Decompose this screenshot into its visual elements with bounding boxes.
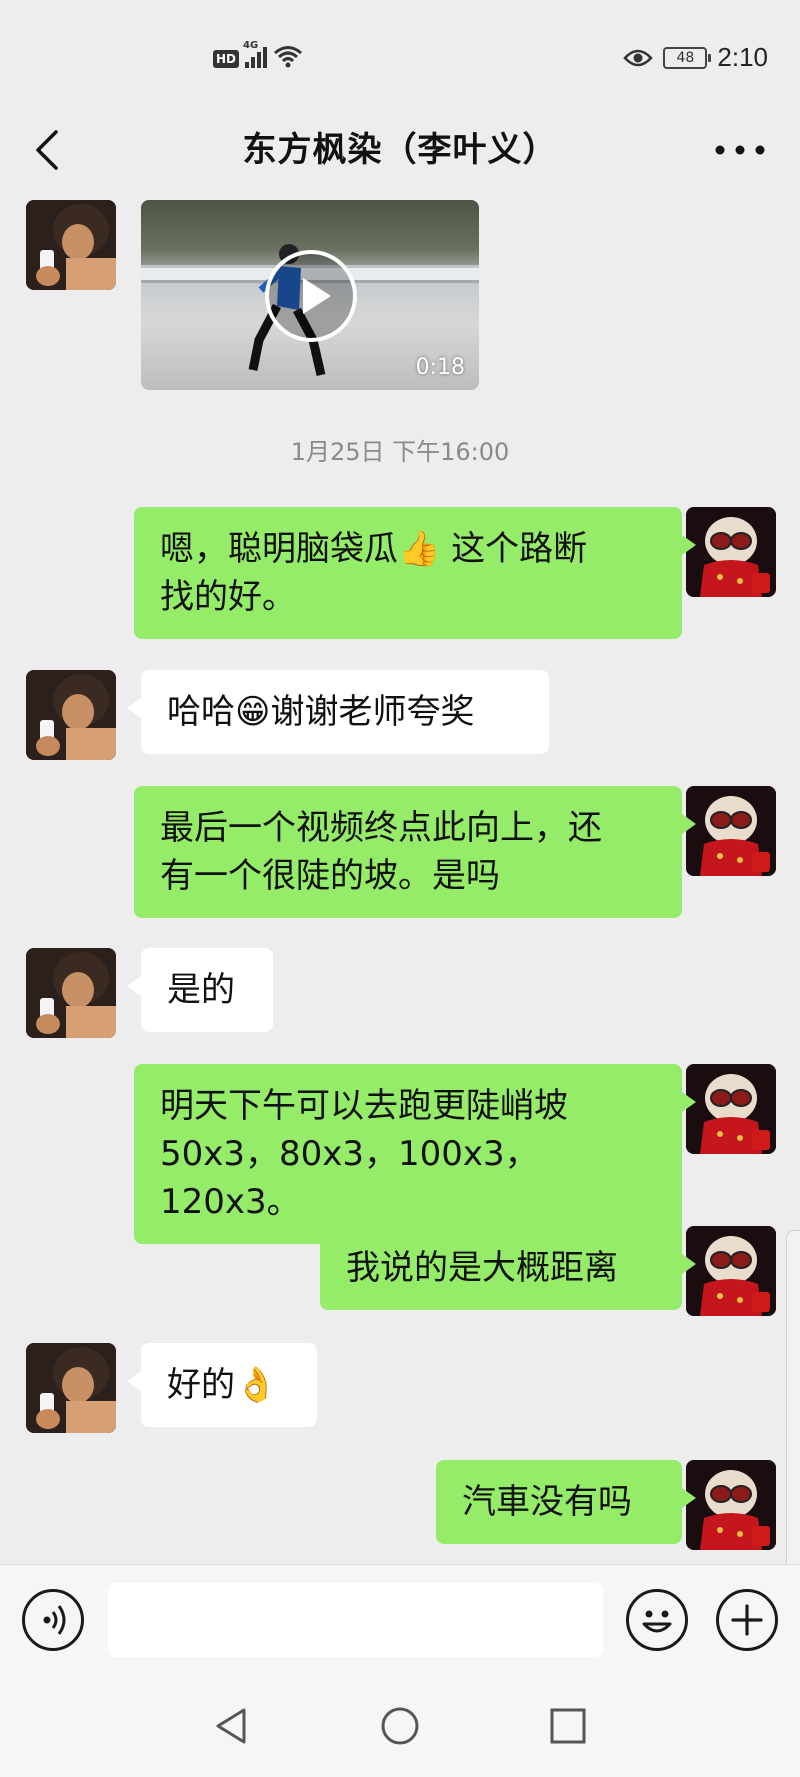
signal-icon: 4G — [243, 40, 268, 68]
message-line: 找的好。 — [160, 577, 296, 617]
message-bubble-contact[interactable]: 好的👌 — [127, 1343, 317, 1427]
input-bar — [0, 1564, 800, 1674]
status-left: HD 4G — [213, 40, 303, 68]
message-line: 哈哈😁谢谢老师夸奖 — [167, 692, 475, 732]
contact-avatar[interactable] — [26, 1343, 116, 1433]
voice-button[interactable] — [22, 1589, 84, 1651]
emoji-button[interactable] — [626, 1589, 688, 1651]
my-avatar-image — [686, 1460, 776, 1550]
message-line: 汽車没有吗 — [462, 1482, 632, 1522]
my-avatar-image — [686, 1064, 776, 1154]
scroll-indicator[interactable] — [786, 1230, 800, 1564]
contact-avatar-image — [26, 948, 116, 1038]
system-nav-bar — [0, 1674, 800, 1777]
more-button[interactable] — [710, 130, 770, 170]
chat-title: 东方枫染（李叶义） — [242, 130, 558, 170]
status-time: 2:10 — [717, 42, 768, 72]
message-line: 是的 — [167, 970, 235, 1010]
my-avatar[interactable] — [686, 1064, 776, 1154]
voice-icon — [43, 1605, 66, 1635]
status-bar: HD 4G 48 2:10 — [0, 0, 800, 110]
contact-avatar[interactable] — [26, 948, 116, 1038]
network-label: 4G — [243, 40, 259, 51]
status-right: 48 2:10 — [623, 42, 768, 73]
more-dots-icon — [715, 145, 765, 155]
message-bubble-mine[interactable]: 明天下午可以去跑更陡峭坡 50x3，80x3，100x3，120x3。 — [134, 1064, 696, 1244]
message-bubble-mine[interactable]: 我说的是大概距离 — [320, 1226, 696, 1310]
message-line: 明天下午可以去跑更陡峭坡 — [160, 1086, 568, 1126]
time-divider: 1月25日 下午16:00 — [290, 438, 510, 466]
plus-button[interactable] — [716, 1589, 778, 1651]
chat-screen: HD 4G 48 2:10 东方枫染（李叶义） 0:18 1月25日 下午16:… — [0, 0, 800, 1777]
my-avatar-image — [686, 786, 776, 876]
contact-avatar[interactable] — [26, 200, 116, 290]
circle-home-icon — [381, 1707, 419, 1745]
message-line: 嗯，聪明脑袋瓜👍 这个路断 — [160, 529, 588, 569]
my-avatar[interactable] — [686, 786, 776, 876]
wifi-icon — [274, 46, 302, 68]
message-list[interactable]: 0:18 1月25日 下午16:00 嗯，聪明脑袋瓜👍 这个路断 找的好。 哈哈… — [0, 200, 800, 1564]
message-line: 最后一个视频终点此向上，还 — [160, 808, 602, 848]
video-message[interactable]: 0:18 — [141, 200, 479, 390]
battery-indicator: 48 — [663, 46, 712, 69]
my-avatar-image — [686, 1226, 776, 1316]
message-bubble-mine[interactable]: 汽車没有吗 — [436, 1460, 696, 1544]
hd-badge: HD — [213, 50, 240, 68]
emoji-icon — [642, 1610, 672, 1633]
message-input[interactable] — [108, 1583, 603, 1657]
message-bubble-mine[interactable]: 最后一个视频终点此向上，还 有一个很陡的坡。是吗 — [134, 786, 696, 918]
contact-avatar-image — [26, 200, 116, 290]
play-icon[interactable] — [265, 250, 357, 342]
message-bubble-contact[interactable]: 哈哈😁谢谢老师夸奖 — [127, 670, 549, 754]
eye-icon — [623, 49, 654, 66]
system-back-button[interactable] — [208, 1702, 256, 1750]
message-line: 有一个很陡的坡。是吗 — [160, 856, 500, 896]
my-avatar[interactable] — [686, 1460, 776, 1550]
my-avatar[interactable] — [686, 507, 776, 597]
message-line: 好的👌 — [167, 1365, 278, 1405]
chat-header: 东方枫染（李叶义） — [0, 100, 800, 200]
video-duration: 0:18 — [415, 355, 465, 380]
my-avatar[interactable] — [686, 1226, 776, 1316]
message-line: 我说的是大概距离 — [346, 1248, 618, 1288]
contact-avatar[interactable] — [26, 670, 116, 760]
my-avatar-image — [686, 507, 776, 597]
triangle-back-icon — [216, 1708, 246, 1744]
square-recents-icon — [550, 1708, 586, 1744]
contact-avatar-image — [26, 1343, 116, 1433]
system-recents-button[interactable] — [544, 1702, 592, 1750]
plus-icon — [731, 1604, 763, 1636]
contact-avatar-image — [26, 670, 116, 760]
message-bubble-contact[interactable]: 是的 — [127, 948, 273, 1032]
message-line: 50x3，80x3，100x3，120x3。 — [160, 1134, 539, 1222]
system-home-button[interactable] — [376, 1702, 424, 1750]
message-bubble-mine[interactable]: 嗯，聪明脑袋瓜👍 这个路断 找的好。 — [134, 507, 696, 639]
